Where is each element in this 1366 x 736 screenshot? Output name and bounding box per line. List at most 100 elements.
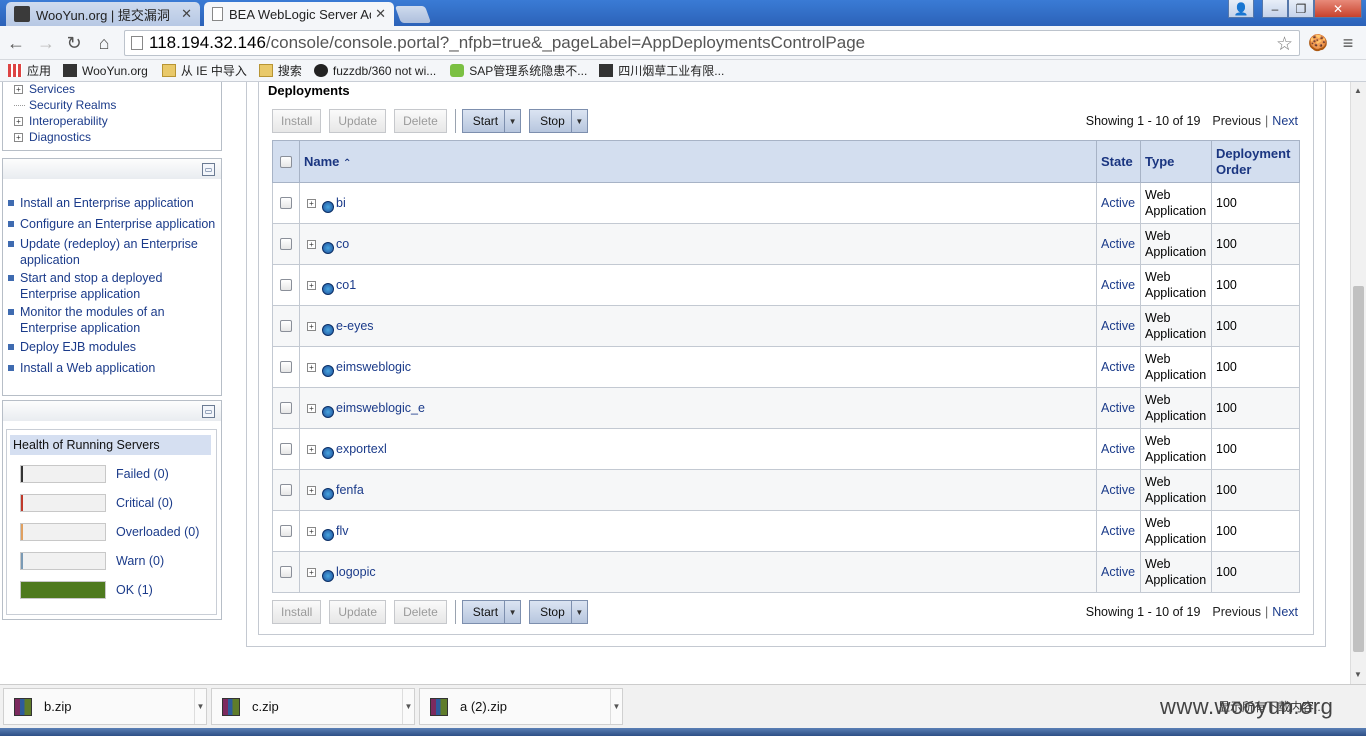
row-checkbox[interactable] — [280, 443, 292, 455]
menu-icon[interactable]: ≡ — [1336, 32, 1360, 54]
stop-button[interactable]: Stop ▼ — [529, 600, 588, 624]
bookmark-wooyun[interactable]: WooYun.org — [63, 64, 148, 78]
expand-icon[interactable]: + — [14, 132, 23, 142]
back-icon[interactable]: ← — [4, 32, 28, 54]
chevron-down-icon[interactable]: ▼ — [570, 601, 587, 623]
expand-icon[interactable]: + — [307, 321, 316, 331]
deployment-name-link[interactable]: co1 — [336, 278, 356, 292]
row-checkbox[interactable] — [280, 320, 292, 332]
new-tab-button[interactable] — [394, 6, 432, 23]
deployment-name-link[interactable]: fenfa — [336, 483, 364, 497]
tree-item-diagnostics[interactable]: + Diagnostics — [14, 130, 91, 144]
deployment-name-link[interactable]: logopic — [336, 565, 376, 579]
minimize-button[interactable]: ‒ — [1262, 0, 1288, 18]
download-item[interactable]: c.zip ▼ — [211, 688, 415, 725]
page-scrollbar[interactable]: ▲ ▼ — [1350, 82, 1366, 684]
deployment-name-link[interactable]: co — [336, 237, 349, 251]
column-header-state[interactable]: State — [1096, 140, 1141, 183]
row-checkbox[interactable] — [280, 525, 292, 537]
bookmark-star-icon[interactable]: ☆ — [1276, 33, 1293, 56]
next-link[interactable]: Next — [1272, 114, 1298, 128]
howto-link[interactable]: Install a Web application — [8, 360, 220, 376]
expand-icon[interactable]: + — [307, 239, 316, 249]
collapse-icon[interactable]: ▭ — [202, 405, 215, 418]
howto-link[interactable]: Update (redeploy) an Enterprise applicat… — [8, 236, 220, 268]
expand-icon[interactable]: + — [307, 403, 316, 413]
update-button[interactable]: Update — [329, 600, 387, 624]
previous-link[interactable]: Previous — [1212, 605, 1261, 619]
scroll-up-icon[interactable]: ▲ — [1354, 86, 1362, 95]
tree-item-security-realms[interactable]: Security Realms — [14, 98, 116, 112]
close-icon[interactable]: ✕ — [181, 6, 192, 22]
bookmark-apps[interactable]: 应用 — [8, 62, 51, 79]
column-header-deployment-order[interactable]: Deployment Order — [1211, 140, 1300, 183]
howto-link[interactable]: Install an Enterprise application — [8, 195, 220, 211]
install-button[interactable]: Install — [272, 109, 322, 133]
expand-icon[interactable]: + — [14, 116, 23, 126]
bookmark-ie-import[interactable]: 从 IE 中导入 — [161, 62, 247, 79]
chevron-down-icon[interactable]: ▼ — [570, 110, 587, 132]
howto-link[interactable]: Monitor the modules of an Enterprise app… — [8, 304, 220, 336]
health-row-ok[interactable]: OK (1) — [20, 581, 153, 599]
health-label[interactable]: Overloaded (0) — [116, 525, 199, 539]
start-button[interactable]: Start ▼ — [461, 109, 522, 133]
close-icon[interactable]: ✕ — [375, 6, 386, 22]
chevron-down-icon[interactable]: ▼ — [402, 689, 414, 724]
chevron-down-icon[interactable]: ▼ — [194, 689, 206, 724]
health-label[interactable]: OK (1) — [116, 583, 153, 597]
stop-button[interactable]: Stop ▼ — [529, 109, 588, 133]
cookie-extension-icon[interactable]: 🍪 — [1306, 32, 1330, 54]
tab-weblogic[interactable]: BEA WebLogic Server Ad ✕ — [204, 2, 394, 26]
deployment-name-link[interactable]: eimsweblogic — [336, 360, 411, 374]
deployment-name-link[interactable]: bi — [336, 196, 346, 210]
bookmark-sap[interactable]: SAP管理系统隐患不... — [450, 62, 587, 79]
home-icon[interactable]: ⌂ — [92, 32, 116, 54]
install-button[interactable]: Install — [272, 600, 322, 624]
chevron-down-icon[interactable]: ▼ — [504, 601, 520, 623]
delete-button[interactable]: Delete — [394, 600, 447, 624]
next-link[interactable]: Next — [1272, 605, 1298, 619]
health-row-overloaded[interactable]: Overloaded (0) — [20, 523, 199, 541]
row-checkbox[interactable] — [280, 402, 292, 414]
health-row-critical[interactable]: Critical (0) — [20, 494, 173, 512]
chevron-down-icon[interactable]: ▼ — [504, 110, 520, 132]
bookmark-fuzzdb[interactable]: fuzzdb/360 not wi... — [313, 64, 436, 78]
deployment-name-link[interactable]: flv — [336, 524, 349, 538]
scrollbar-thumb[interactable] — [1353, 286, 1364, 652]
row-checkbox[interactable] — [280, 238, 292, 250]
health-row-warn[interactable]: Warn (0) — [20, 552, 164, 570]
forward-icon[interactable]: → — [34, 32, 58, 54]
update-button[interactable]: Update — [329, 109, 387, 133]
deployment-name-link[interactable]: e-eyes — [336, 319, 374, 333]
delete-button[interactable]: Delete — [394, 109, 447, 133]
bookmark-search[interactable]: 搜索 — [258, 62, 302, 79]
howto-link[interactable]: Configure an Enterprise application — [8, 216, 220, 232]
health-row-failed[interactable]: Failed (0) — [20, 465, 169, 483]
sort-ascending-icon[interactable]: ⌃ — [343, 158, 351, 169]
health-label[interactable]: Warn (0) — [116, 554, 164, 568]
maximize-button[interactable]: ❐ — [1288, 0, 1314, 18]
deployment-name-link[interactable]: exportexl — [336, 442, 387, 456]
expand-icon[interactable]: + — [307, 280, 316, 290]
collapse-icon[interactable]: ▭ — [202, 163, 215, 176]
download-item[interactable]: a (2).zip ▼ — [419, 688, 623, 725]
close-window-button[interactable]: ✕ — [1314, 0, 1362, 18]
expand-icon[interactable]: + — [307, 362, 316, 372]
health-label[interactable]: Failed (0) — [116, 467, 169, 481]
scroll-down-icon[interactable]: ▼ — [1354, 670, 1362, 679]
column-header-name[interactable]: Name ⌃ — [299, 140, 1097, 183]
address-bar[interactable]: 118.194.32.146/console/console.portal?_n… — [124, 30, 1300, 56]
select-all-checkbox[interactable] — [280, 155, 292, 168]
reload-icon[interactable]: ↻ — [62, 32, 86, 54]
row-checkbox[interactable] — [280, 361, 292, 373]
deployment-name-link[interactable]: eimsweblogic_e — [336, 401, 425, 415]
howto-link[interactable]: Deploy EJB modules — [8, 339, 220, 355]
row-checkbox[interactable] — [280, 484, 292, 496]
tree-item-services[interactable]: + Services — [14, 82, 75, 96]
start-button[interactable]: Start ▼ — [461, 600, 522, 624]
tree-item-interoperability[interactable]: + Interoperability — [14, 114, 108, 128]
row-checkbox[interactable] — [280, 279, 292, 291]
previous-link[interactable]: Previous — [1212, 114, 1261, 128]
expand-icon[interactable]: + — [307, 198, 316, 208]
download-item[interactable]: b.zip ▼ — [3, 688, 207, 725]
